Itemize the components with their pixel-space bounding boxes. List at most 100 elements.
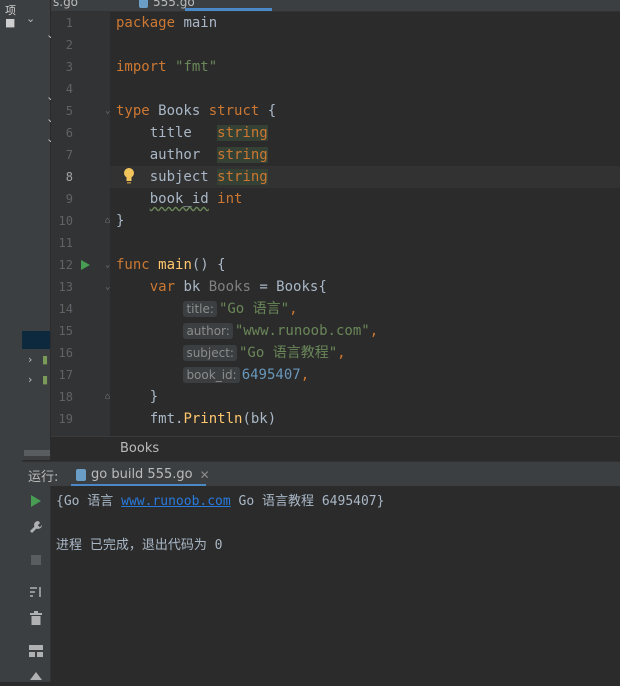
code-line: type Books struct { xyxy=(116,100,276,122)
chevron-right-icon[interactable]: › xyxy=(28,373,32,386)
code-token: } xyxy=(116,389,159,405)
code-token: , xyxy=(289,301,298,317)
code-line: func main() { xyxy=(116,254,226,276)
code-line: import "fmt" xyxy=(116,56,217,78)
line-number[interactable]: 4 xyxy=(51,82,73,96)
code-token: var xyxy=(149,279,176,295)
layout-icon[interactable] xyxy=(28,643,44,659)
run-label: 运行: xyxy=(28,470,59,485)
code-token: "Go 语言教程" xyxy=(238,345,338,361)
line-number[interactable]: 13 xyxy=(51,280,73,294)
code-editor[interactable]: package main import "fmt" type Books struc… xyxy=(110,12,620,436)
line-number[interactable]: 7 xyxy=(51,148,73,162)
line-number[interactable]: 18 xyxy=(51,390,73,404)
code-line: var bk Books = Books{ xyxy=(116,276,327,298)
line-number[interactable]: 5 xyxy=(51,104,73,118)
console-output-line: {Go 语言 www.runoob.com Go 语言教程 6495407} xyxy=(56,494,385,509)
line-number[interactable]: 19 xyxy=(51,412,73,426)
close-icon[interactable]: ✕ xyxy=(200,468,210,482)
lightbulb-icon[interactable] xyxy=(122,166,136,186)
line-number[interactable]: 9 xyxy=(51,192,73,206)
line-number[interactable]: 1 xyxy=(51,16,73,30)
project-tool-icon[interactable]: ■ xyxy=(5,16,15,29)
project-selected-row[interactable] xyxy=(22,331,50,349)
stop-icon[interactable] xyxy=(28,552,44,568)
breadcrumb-item[interactable]: Books xyxy=(120,441,159,456)
run-toolbar xyxy=(22,486,51,682)
project-scrollbar[interactable] xyxy=(24,450,50,456)
code-token: string xyxy=(217,169,268,185)
line-number[interactable]: 17 xyxy=(51,368,73,382)
inlay-hint: subject: xyxy=(183,345,237,361)
code-token: book_id xyxy=(149,191,209,207)
code-token: , xyxy=(337,345,346,361)
code-line: author string xyxy=(116,144,268,166)
code-token: fmt. xyxy=(116,411,184,427)
code-token: string xyxy=(217,147,268,163)
code-line: book_id int xyxy=(116,188,243,210)
code-token: struct xyxy=(208,103,260,119)
code-token: int xyxy=(217,191,243,207)
code-token: Books xyxy=(208,279,251,295)
run-console[interactable]: {Go 语言 www.runoob.com Go 语言教程 6495407} 进… xyxy=(51,486,620,682)
line-number[interactable]: 6 xyxy=(51,126,73,140)
run-tool-header: 运行: go build 555.go ✕ xyxy=(22,461,620,487)
code-token: { xyxy=(259,103,277,119)
run-gutter-icon[interactable] xyxy=(81,260,90,270)
chevron-down-icon[interactable]: ⌄ xyxy=(26,12,35,25)
code-token: , xyxy=(300,367,310,383)
code-line: fmt.Println(bk) xyxy=(116,408,276,430)
active-tab-indicator xyxy=(185,8,272,11)
code-line: } xyxy=(116,210,124,232)
line-number[interactable]: 10 xyxy=(51,214,73,228)
line-number[interactable]: 15 xyxy=(51,324,73,338)
code-line: title: "Go 语言", xyxy=(116,298,298,320)
play-icon[interactable] xyxy=(28,493,44,509)
inlay-hint: title: xyxy=(183,301,217,317)
tab-label: s.go xyxy=(53,0,79,9)
code-line: title string xyxy=(116,122,268,144)
line-number[interactable]: 14 xyxy=(51,302,73,316)
tab-s-go[interactable]: s.go xyxy=(51,0,78,10)
line-number[interactable]: 16 xyxy=(51,346,73,360)
console-exit-line: 进程 已完成，退出代码为 0 xyxy=(56,538,223,553)
wrench-icon[interactable] xyxy=(28,519,44,535)
code-token: 6495407 xyxy=(241,367,301,383)
run-tab-label: go build 555.go xyxy=(91,467,193,482)
code-line: author: "www.runoob.com", xyxy=(116,320,378,342)
code-token: main xyxy=(158,257,192,273)
code-line: package main xyxy=(116,12,217,34)
folder-icon: ▮ xyxy=(42,353,49,366)
code-token: = Books{ xyxy=(250,279,327,295)
console-link[interactable]: www.runoob.com xyxy=(121,494,231,509)
line-number[interactable]: 3 xyxy=(51,60,73,74)
code-token: import xyxy=(116,59,167,75)
go-file-icon xyxy=(139,0,148,8)
code-token: package xyxy=(116,15,176,31)
line-number[interactable]: 11 xyxy=(51,236,73,250)
pin-icon[interactable] xyxy=(28,670,44,686)
code-token: } xyxy=(116,213,125,229)
line-number[interactable]: 12 xyxy=(51,258,73,272)
code-token: type xyxy=(116,103,150,119)
code-token: func xyxy=(116,257,150,273)
trash-icon[interactable] xyxy=(28,610,44,626)
code-token: author xyxy=(116,147,218,163)
line-number[interactable]: 8 xyxy=(51,170,73,184)
left-tool-strip: 项 ■ xyxy=(0,0,23,682)
code-token: main xyxy=(175,15,218,31)
code-line: } xyxy=(116,386,158,408)
code-token: Books xyxy=(149,103,209,119)
line-number[interactable]: 2 xyxy=(51,38,73,52)
code-token: Println xyxy=(183,411,243,427)
project-panel: ⌄ ⌄ ⌄ ⌄ ⌄ › › ▮ ▮ xyxy=(22,0,55,460)
sort-icon[interactable] xyxy=(28,584,44,600)
chevron-right-icon[interactable]: › xyxy=(28,353,32,366)
